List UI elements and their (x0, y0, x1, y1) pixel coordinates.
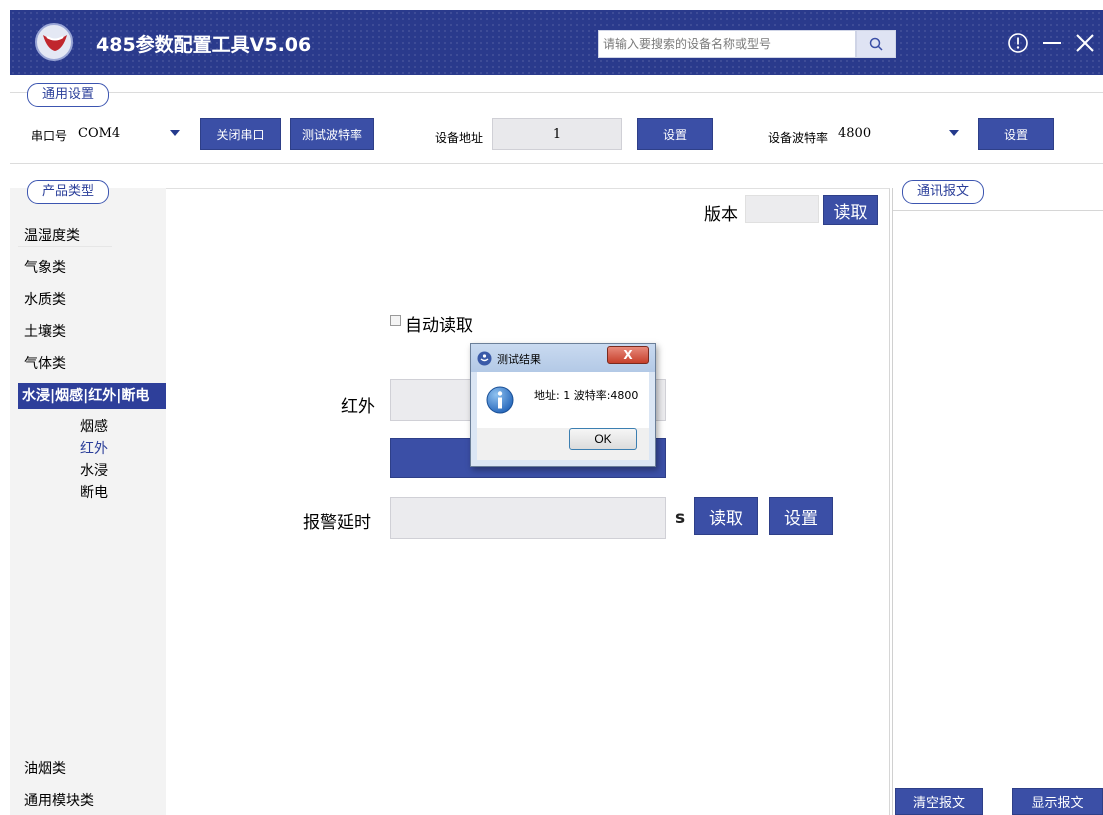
auto-read-checkbox[interactable] (390, 315, 401, 326)
info-button[interactable] (1003, 28, 1033, 58)
baud-label: 设备波特率 (768, 131, 829, 145)
port-value: COM4 (78, 126, 121, 141)
ok-button[interactable]: OK (569, 428, 637, 450)
chevron-down-icon (949, 130, 959, 136)
port-select[interactable]: COM4 (74, 118, 190, 148)
set-alarm-button[interactable]: 设置 (769, 497, 833, 535)
category-item[interactable]: 土壤类 (24, 321, 66, 341)
search-button[interactable] (856, 30, 896, 58)
category-item[interactable]: 水质类 (24, 289, 66, 309)
address-label: 设备地址 (435, 131, 484, 145)
info-icon (1008, 33, 1028, 53)
dialog-message: 地址: 1 波特率:4800 (534, 389, 639, 402)
category-item-selected[interactable]: 水浸|烟感|红外|断电 (18, 383, 166, 409)
set-address-button[interactable]: 设置 (637, 118, 713, 150)
dialog-close-button[interactable]: X (607, 346, 649, 364)
close-icon: X (623, 348, 633, 362)
minimize-button[interactable] (1037, 28, 1067, 58)
comm-header: 通讯报文 (902, 180, 985, 204)
comm-panel (892, 188, 1103, 815)
clear-log-button[interactable]: 清空报文 (895, 788, 983, 815)
set-baud-button[interactable]: 设置 (978, 118, 1054, 150)
show-log-button[interactable]: 显示报文 (1012, 788, 1103, 815)
close-port-button[interactable]: 关闭串口 (200, 118, 281, 150)
product-type-header: 产品类型 (27, 180, 110, 204)
close-icon (1076, 34, 1094, 52)
app-logo (35, 23, 73, 61)
version-label: 版本 (704, 205, 738, 225)
test-result-dialog: 测试结果 X 地址: 1 波特率:4800 OK (470, 343, 656, 467)
version-field (745, 195, 819, 223)
dialog-app-icon (477, 351, 492, 366)
alarm-delay-unit: s (675, 508, 686, 528)
close-button[interactable] (1070, 28, 1100, 58)
address-input[interactable]: 1 (492, 118, 622, 150)
baud-value: 4800 (838, 126, 872, 141)
category-item[interactable]: 温湿度类 (24, 225, 80, 245)
auto-read-label: 自动读取 (405, 316, 473, 336)
info-icon (486, 386, 514, 414)
sub-item-active[interactable]: 红外 (80, 438, 108, 458)
port-label: 串口号 (31, 129, 68, 143)
app-title: 485参数配置工具V5.06 (96, 34, 312, 56)
category-item[interactable]: 气体类 (24, 353, 66, 373)
category-item[interactable]: 气象类 (24, 257, 66, 277)
sub-item[interactable]: 烟感 (80, 416, 108, 436)
address-value: 1 (552, 126, 562, 142)
category-item[interactable]: 油烟类 (24, 758, 66, 778)
title-bar: 485参数配置工具V5.06 (10, 10, 1103, 75)
search-input[interactable] (599, 31, 851, 57)
baud-select[interactable]: 4800 (834, 118, 969, 148)
comm-log[interactable] (893, 210, 1103, 807)
alarm-delay-label: 报警延时 (303, 513, 371, 533)
divider (18, 246, 112, 247)
app-window: 485参数配置工具V5.06 请输入要搜索的设备名称或型号 通用设置 串口号 C… (0, 0, 1103, 815)
minimize-icon (1043, 42, 1061, 44)
alarm-delay-input[interactable] (390, 497, 666, 539)
search-box (598, 30, 856, 58)
infrared-label: 红外 (341, 397, 375, 417)
test-baud-button[interactable]: 测试波特率 (290, 118, 374, 150)
read-version-button[interactable]: 读取 (823, 195, 878, 225)
read-alarm-button[interactable]: 读取 (694, 497, 758, 535)
general-settings-header: 通用设置 (27, 83, 110, 107)
search-icon (869, 37, 883, 51)
chevron-down-icon (170, 130, 180, 136)
sub-item[interactable]: 水浸 (80, 460, 108, 480)
dialog-title: 测试结果 (497, 353, 541, 366)
category-item[interactable]: 通用模块类 (24, 790, 94, 810)
sub-item[interactable]: 断电 (80, 482, 108, 502)
